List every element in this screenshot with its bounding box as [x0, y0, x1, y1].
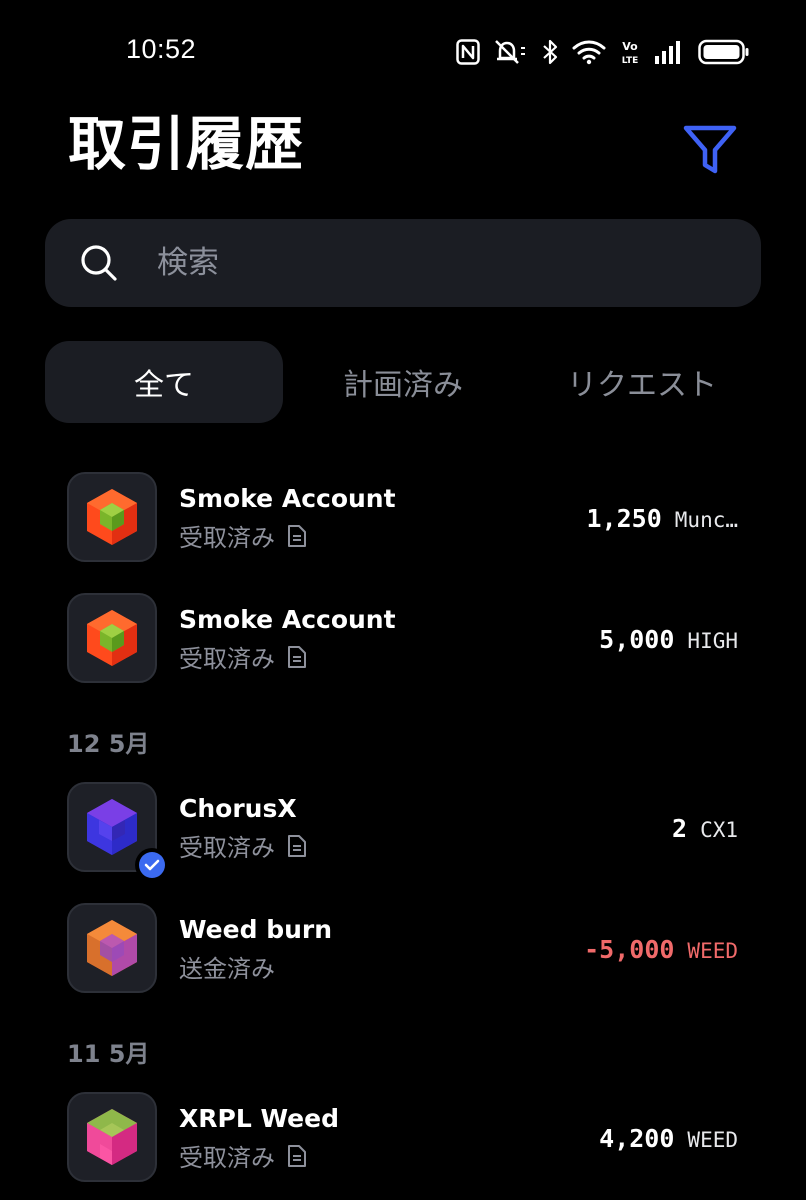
search-box[interactable]: [45, 219, 761, 307]
amount-value: 4,200: [599, 1124, 675, 1153]
status-label: 受取済み: [179, 524, 275, 552]
memo-icon: [287, 524, 307, 548]
filter-button[interactable]: [676, 118, 744, 182]
transaction-status: 受取済み: [179, 518, 307, 553]
currency-code: WEED: [687, 1128, 738, 1152]
amount-value: 1,250: [586, 504, 662, 533]
tab-scheduled[interactable]: 計画済み: [284, 341, 522, 423]
token-cube-icon: [87, 799, 137, 855]
search-input[interactable]: [157, 237, 717, 289]
status-icons: Vo LTE: [456, 38, 750, 66]
currency-code: CX1: [700, 818, 738, 842]
verified-badge: [135, 848, 169, 882]
svg-text:LTE: LTE: [622, 56, 639, 66]
transaction-status: 送金済み: [179, 949, 275, 984]
transaction-item[interactable]: Smoke Account 受取済み 5,000 HIGH: [0, 593, 806, 693]
counterparty-name: Smoke Account: [179, 605, 396, 634]
mute-icon: [494, 39, 528, 65]
tab-requests[interactable]: リクエスト: [523, 341, 761, 423]
memo-icon: [287, 645, 307, 669]
page-title: 取引履歴: [68, 110, 305, 178]
transaction-amount: 1,250 Munc…: [587, 504, 738, 533]
status-bar: 10:52 Vo LTE: [0, 0, 806, 104]
token-cube-icon: [87, 1109, 137, 1165]
counterparty-name: Smoke Account: [179, 484, 396, 513]
tab-bar: 全て 計画済み リクエスト: [45, 341, 761, 423]
token-cube-icon: [87, 920, 137, 976]
amount-value: 2: [672, 814, 688, 843]
transaction-status: 受取済み: [179, 639, 307, 674]
search-icon: [81, 245, 117, 281]
amount-value: -5,000: [584, 935, 675, 964]
status-label: 受取済み: [179, 645, 275, 673]
transaction-item[interactable]: XRPL Weed 受取済み 4,200 WEED: [0, 1092, 806, 1192]
token-cube-icon: [87, 489, 137, 545]
signal-icon: [654, 40, 684, 64]
date-group-header: 11 5月: [67, 1040, 150, 1068]
wifi-icon: [572, 39, 606, 65]
memo-icon: [287, 1144, 307, 1168]
tab-all[interactable]: 全て: [45, 341, 283, 423]
counterparty-name: ChorusX: [179, 794, 297, 823]
filter-icon: [683, 125, 737, 174]
transaction-amount: 2 CX1: [672, 814, 738, 843]
check-icon: [144, 859, 160, 871]
transaction-amount: -5,000 WEED: [584, 935, 738, 964]
memo-icon: [287, 834, 307, 858]
battery-icon: [698, 39, 750, 65]
bluetooth-icon: [542, 39, 558, 65]
token-avatar: [67, 472, 157, 562]
transaction-item[interactable]: ChorusX 受取済み 2 CX1: [0, 782, 806, 882]
token-avatar: [67, 1092, 157, 1182]
transaction-status: 受取済み: [179, 828, 307, 863]
volte-icon: Vo LTE: [620, 38, 640, 66]
currency-code: WEED: [687, 939, 738, 963]
transaction-item[interactable]: Smoke Account 受取済み 1,250 Munc…: [0, 472, 806, 572]
token-avatar: [67, 903, 157, 993]
amount-value: 5,000: [599, 625, 675, 654]
transaction-amount: 4,200 WEED: [599, 1124, 738, 1153]
status-label: 送金済み: [179, 955, 275, 983]
status-label: 受取済み: [179, 1144, 275, 1172]
counterparty-name: Weed burn: [179, 915, 333, 944]
transaction-status: 受取済み: [179, 1138, 307, 1173]
transaction-item[interactable]: Weed burn 送金済み -5,000 WEED: [0, 903, 806, 1003]
transaction-amount: 5,000 HIGH: [599, 625, 738, 654]
currency-code: HIGH: [687, 629, 738, 653]
counterparty-name: XRPL Weed: [179, 1104, 339, 1133]
svg-text:Vo: Vo: [622, 40, 638, 53]
currency-code: Munc…: [674, 508, 738, 532]
status-time: 10:52: [126, 34, 197, 64]
nfc-icon: [456, 39, 480, 65]
date-group-header: 12 5月: [67, 730, 150, 758]
token-cube-icon: [87, 610, 137, 666]
token-avatar: [67, 593, 157, 683]
status-label: 受取済み: [179, 834, 275, 862]
